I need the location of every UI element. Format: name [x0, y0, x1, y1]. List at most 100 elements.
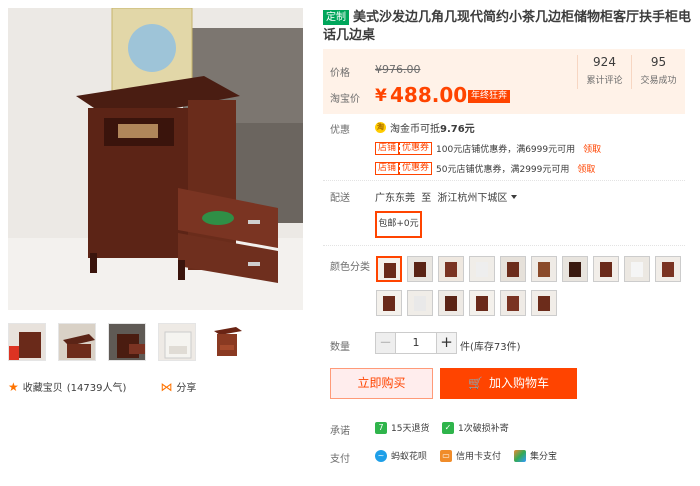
color-swatch-4[interactable]: [469, 256, 495, 282]
color-swatch-9[interactable]: [624, 256, 650, 282]
orig-price-label: 价格: [330, 68, 350, 79]
payment-huabei[interactable]: ~ 蚂蚁花呗: [375, 449, 427, 462]
shipping-option-free[interactable]: 包邮+0元: [375, 211, 422, 238]
color-swatch-10[interactable]: [655, 256, 681, 282]
coupon-tag-shop: 店铺: [375, 162, 400, 175]
color-swatch-11[interactable]: [376, 290, 402, 316]
ship-to: 浙江杭州下城区: [437, 193, 508, 204]
coupon-2: 店铺 优惠券 50元店铺优惠券，满2999元可用 领取: [375, 162, 595, 175]
promise-label: 承诺: [330, 426, 350, 437]
share-icon: ⋈: [160, 379, 173, 394]
stat-transactions[interactable]: 95 交易成功: [631, 55, 685, 89]
color-swatch-5[interactable]: [500, 256, 526, 282]
thumbnail-2[interactable]: [58, 323, 96, 361]
stat-reviews[interactable]: 924 累计评论: [577, 55, 631, 89]
sales-stats: 924 累计评论 95 交易成功: [577, 55, 685, 89]
popularity-count: (14739人气): [66, 383, 127, 394]
coupon-claim-link[interactable]: 领取: [577, 162, 595, 175]
promise-text: 15天退货: [391, 424, 430, 434]
thumbnail-strip: [8, 323, 246, 361]
color-label: 颜色分类: [330, 262, 370, 273]
credit-card-icon: ▭: [440, 449, 452, 462]
coin-icon: 淘: [375, 122, 386, 133]
shipping-route[interactable]: 广东东莞 至 浙江杭州下城区: [375, 189, 518, 204]
coupon-tag-type: 优惠券: [399, 162, 433, 175]
price-box: 价格 ¥976.00 淘宝价 ¥ 488.00 年终狂奔 924 累计评论 95…: [323, 49, 685, 114]
currency-symbol: ¥: [375, 86, 387, 106]
thumbnail-3[interactable]: [108, 323, 146, 361]
promo-label: 优惠: [330, 125, 350, 136]
color-swatch-13[interactable]: [438, 290, 464, 316]
payment-text: 蚂蚁花呗: [391, 452, 428, 462]
payment-text: 集分宝: [530, 452, 558, 462]
chevron-down-icon: [511, 195, 518, 199]
coupon-1: 店铺 优惠券 100元店铺优惠券，满6999元可用 领取: [375, 142, 601, 155]
ship-from: 广东东莞: [375, 193, 415, 204]
payment-credit[interactable]: ▭ 信用卡支付: [440, 449, 501, 462]
quantity-decrease-button[interactable]: −: [375, 332, 396, 354]
star-icon: ★: [8, 379, 19, 394]
stat-number: 95: [650, 55, 667, 69]
color-swatch-14[interactable]: [469, 290, 495, 316]
payment-label: 支付: [330, 454, 350, 465]
return-icon: 7: [375, 421, 387, 434]
thumbnail-4[interactable]: [158, 323, 196, 361]
stat-label: 累计评论: [586, 76, 623, 86]
quantity-input[interactable]: 1: [396, 332, 436, 354]
ship-to-label: 至: [421, 193, 432, 204]
buy-now-button[interactable]: 立即购买: [330, 368, 433, 399]
favorite-label: 收藏宝贝: [22, 383, 63, 394]
thumbnail-5[interactable]: [208, 323, 246, 361]
quantity-label: 数量: [330, 342, 350, 353]
taobao-coin: 淘 淘金币可抵 9.76元: [375, 120, 475, 135]
quantity-stepper: − 1 +: [375, 332, 457, 354]
coupon-tag-shop: 店铺: [375, 142, 400, 155]
coin-text: 淘金币可抵: [390, 124, 440, 135]
coupon-claim-link[interactable]: 领取: [583, 142, 601, 155]
promise-damage[interactable]: ✓ 1次破损补寄: [442, 421, 509, 434]
quantity-increase-button[interactable]: +: [436, 332, 457, 354]
color-swatch-2[interactable]: [407, 256, 433, 282]
share-label: 分享: [176, 383, 197, 394]
huabei-icon: ~: [375, 449, 387, 462]
color-swatch-16[interactable]: [531, 290, 557, 316]
stock-text: 件(库存73件): [460, 342, 521, 353]
thumbnail-1[interactable]: [8, 323, 46, 361]
color-swatch-6[interactable]: [531, 256, 557, 282]
divider: [323, 180, 685, 181]
promise-return[interactable]: 7 15天退货: [375, 421, 429, 434]
add-to-cart-label: 加入购物车: [488, 376, 549, 390]
main-product-image[interactable]: [8, 8, 303, 310]
jifenbao-icon: [514, 449, 526, 462]
coupon-tag-type: 优惠券: [399, 142, 433, 155]
color-swatch-3[interactable]: [438, 256, 464, 282]
color-swatch-8[interactable]: [593, 256, 619, 282]
promise-text: 1次破损补寄: [458, 424, 509, 434]
current-price: 488.00: [390, 83, 468, 107]
cart-icon: 🛒: [468, 376, 483, 390]
shipping-label: 配送: [330, 193, 350, 204]
promo-tag: 年终狂奔: [468, 90, 511, 103]
payment-jifenbao[interactable]: 集分宝: [514, 449, 557, 462]
color-swatch-15[interactable]: [500, 290, 526, 316]
stat-label: 交易成功: [640, 76, 677, 86]
social-bar: ★ 收藏宝贝 (14739人气) ⋈ 分享: [8, 379, 197, 395]
payment-text: 信用卡支付: [456, 452, 502, 462]
add-to-cart-button[interactable]: 🛒 加入购物车: [440, 368, 577, 399]
color-swatch-1[interactable]: [376, 256, 402, 282]
coupon-text: 100元店铺优惠券，满6999元可用: [436, 145, 576, 155]
color-swatch-12[interactable]: [407, 290, 433, 316]
product-title: 定制 美式沙发边几角几现代简约小茶几边柜储物柜客厅扶手柜电话几边桌: [323, 9, 695, 45]
coin-amount: 9.76元: [440, 124, 475, 135]
divider: [323, 245, 685, 246]
coupon-text: 50元店铺优惠券，满2999元可用: [436, 165, 570, 175]
product-title-text: 美式沙发边几角几现代简约小茶几边柜储物柜客厅扶手柜电话几边桌: [323, 10, 692, 43]
shield-icon: ✓: [442, 421, 454, 434]
taobao-price-label: 淘宝价: [330, 94, 360, 105]
custom-badge: 定制: [323, 10, 349, 25]
stat-number: 924: [593, 55, 616, 69]
favorite-link[interactable]: ★ 收藏宝贝 (14739人气): [8, 379, 127, 395]
orig-price: ¥976.00: [375, 63, 421, 76]
color-swatch-7[interactable]: [562, 256, 588, 282]
share-link[interactable]: ⋈ 分享: [160, 379, 197, 395]
